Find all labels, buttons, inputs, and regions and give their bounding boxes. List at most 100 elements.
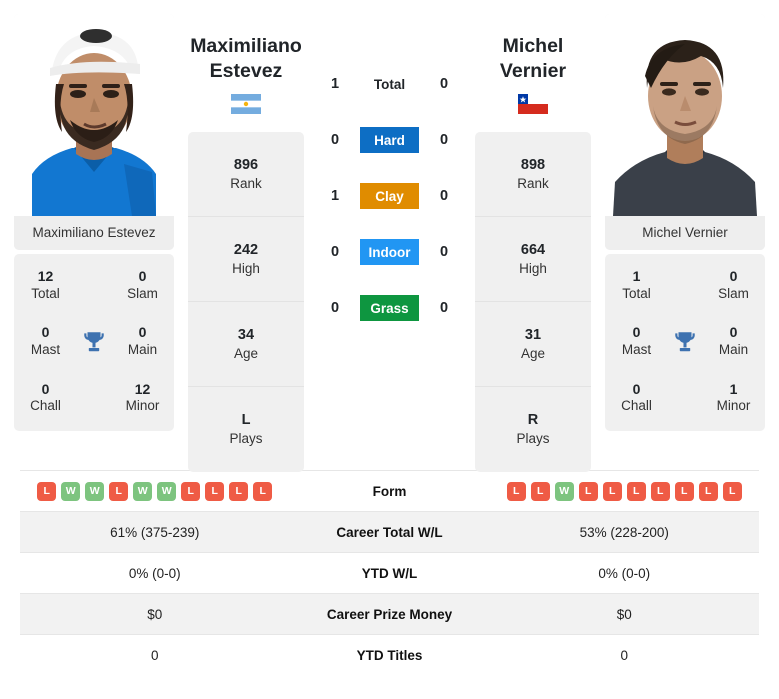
form-badge-l: L xyxy=(626,481,646,501)
form-badge-w: W xyxy=(61,481,81,501)
left-stat-age-value: 34 xyxy=(237,326,255,343)
right-stat-age-value: 31 xyxy=(524,326,542,343)
h2h-total-label: Total xyxy=(373,76,406,92)
left-titles-minor-label: Minor xyxy=(125,398,160,414)
h2h-clay-left: 1 xyxy=(330,188,340,204)
right-career-total-wl: 53% (228-200) xyxy=(579,524,669,540)
right-player-titles-card: 1 Total 0 Slam 0 Mast 0 Main 0 Chall 1 M… xyxy=(605,254,765,432)
table-row-ytd-wl: 0% (0-0) YTD W/L 0% (0-0) xyxy=(20,552,759,593)
form-badge-l: L xyxy=(181,481,201,501)
h2h-hard-bar[interactable]: Hard xyxy=(360,127,419,153)
form-badge-l: L xyxy=(674,481,694,501)
form-badge-l: L xyxy=(722,481,742,501)
left-ytd-titles: 0 xyxy=(150,647,159,663)
h2h-hard-right: 0 xyxy=(439,132,449,148)
right-ytd-titles: 0 xyxy=(620,647,628,663)
left-titles-total-value: 12 xyxy=(37,268,54,284)
right-form-cell: LLWLLLLLLL xyxy=(490,481,760,501)
right-titles-total: 1 Total xyxy=(611,268,662,302)
left-stat-high: 242 High xyxy=(188,217,304,302)
right-titles-slam-label: Slam xyxy=(718,285,749,301)
left-player-photo xyxy=(14,14,174,216)
left-player-name-line2: Estevez xyxy=(209,59,283,82)
right-titles-mast-value: 0 xyxy=(632,324,641,341)
table-row-career-prize-money: $0 Career Prize Money $0 xyxy=(20,593,759,634)
h2h-grass-bar[interactable]: Grass xyxy=(360,295,419,321)
left-player-stat-column: Maximiliano Estevez 896 Rank 242 High 34… xyxy=(188,14,304,472)
trophy-icon xyxy=(71,329,117,355)
form-badge-l: L xyxy=(229,481,249,501)
right-titles-chall: 0 Chall xyxy=(611,381,662,415)
right-stat-plays-label: Plays xyxy=(516,431,550,447)
right-titles-total-label: Total xyxy=(622,285,651,301)
form-badge-l: L xyxy=(602,481,622,501)
left-stat-age: 34 Age xyxy=(188,302,304,387)
right-player-name[interactable]: Michel Vernier xyxy=(475,14,591,84)
right-stat-high-label: High xyxy=(519,260,547,276)
right-stat-plays: R Plays xyxy=(475,387,591,472)
left-titles-mast: 0 Mast xyxy=(20,324,71,358)
left-stat-rank-label: Rank xyxy=(230,175,262,191)
h2h-grass-right: 0 xyxy=(439,300,449,316)
form-badge-w: W xyxy=(554,481,574,501)
left-titles-chall-value: 0 xyxy=(41,380,50,397)
right-titles-slam-value: 0 xyxy=(729,268,738,284)
left-player-photo-card[interactable]: Maximiliano Estevez xyxy=(14,14,174,250)
left-stat-rank: 896 Rank xyxy=(188,132,304,217)
form-badge-l: L xyxy=(37,481,57,501)
right-stat-age: 31 Age xyxy=(475,302,591,387)
form-badge-l: L xyxy=(578,481,598,501)
left-titles-total-label: Total xyxy=(31,285,60,301)
right-titles-mast-label: Mast xyxy=(621,341,652,357)
h2h-row-grass: 0 Grass 0 xyxy=(318,294,461,322)
left-titles-main-value: 0 xyxy=(138,324,147,341)
right-titles-minor-label: Minor xyxy=(716,398,751,414)
right-titles-minor: 1 Minor xyxy=(708,381,759,415)
right-titles-main-value: 0 xyxy=(729,324,738,341)
left-player-titles-card: 12 Total 0 Slam 0 Mast 0 Main 0 Chall 12… xyxy=(14,254,174,432)
left-titles-main: 0 Main xyxy=(117,324,168,358)
table-row-career-total-wl: 61% (375-239) Career Total W/L 53% (228-… xyxy=(20,511,759,552)
h2h-row-total: 1 Total 0 xyxy=(318,70,461,98)
comparison-table: LWWLWWLLLL Form LLWLLLLLLL 61% (375-239)… xyxy=(0,470,779,675)
form-badge-l: L xyxy=(205,481,225,501)
right-titles-total-value: 1 xyxy=(632,268,641,284)
left-player-stats-card: 896 Rank 242 High 34 Age L Plays xyxy=(188,131,304,472)
left-titles-chall: 0 Chall xyxy=(20,381,71,415)
left-titles-total: 12 Total xyxy=(20,268,71,302)
h2h-row-hard: 0 Hard 0 xyxy=(318,126,461,154)
h2h-clay-bar[interactable]: Clay xyxy=(360,183,419,209)
h2h-total-right: 0 xyxy=(439,76,449,92)
h2h-grass-left: 0 xyxy=(330,300,340,316)
left-ytd-wl: 0% (0-0) xyxy=(128,565,181,581)
left-titles-mast-value: 0 xyxy=(41,324,50,341)
right-titles-main: 0 Main xyxy=(708,324,759,358)
left-player-photo-column: Maximiliano Estevez 12 Total 0 Slam 0 Ma… xyxy=(14,14,174,432)
left-stat-plays: L Plays xyxy=(188,387,304,472)
h2h-indoor-left: 0 xyxy=(330,244,340,260)
right-stat-plays-value: R xyxy=(527,412,539,429)
left-titles-slam-value: 0 xyxy=(138,268,147,284)
right-stat-age-label: Age xyxy=(520,345,546,361)
right-player-stat-column: Michel Vernier 898 Rank 664 High 31 Age … xyxy=(475,14,591,472)
right-stat-high: 664 High xyxy=(475,217,591,302)
right-player-name-line2: Vernier xyxy=(499,59,567,82)
form-badge-l: L xyxy=(253,481,273,501)
table-label-form: Form xyxy=(372,483,407,499)
left-stat-plays-value: L xyxy=(241,412,251,429)
table-label-ytd-wl: YTD W/L xyxy=(361,565,418,581)
h2h-total-left: 1 xyxy=(330,76,340,92)
left-career-total-wl: 61% (375-239) xyxy=(110,524,200,540)
form-badge-l: L xyxy=(506,481,526,501)
right-player-photo-card[interactable]: Michel Vernier xyxy=(605,14,765,250)
h2h-indoor-bar[interactable]: Indoor xyxy=(360,239,419,265)
form-badge-l: L xyxy=(650,481,670,501)
right-stat-high-value: 664 xyxy=(520,241,546,258)
right-stat-rank-label: Rank xyxy=(517,175,549,191)
player-comparison-page: Maximiliano Estevez 12 Total 0 Slam 0 Ma… xyxy=(0,0,779,699)
left-stat-high-label: High xyxy=(232,260,260,276)
form-badge-l: L xyxy=(698,481,718,501)
right-titles-slam: 0 Slam xyxy=(708,268,759,302)
left-player-name[interactable]: Maximiliano Estevez xyxy=(188,14,304,84)
left-titles-main-label: Main xyxy=(127,341,158,357)
